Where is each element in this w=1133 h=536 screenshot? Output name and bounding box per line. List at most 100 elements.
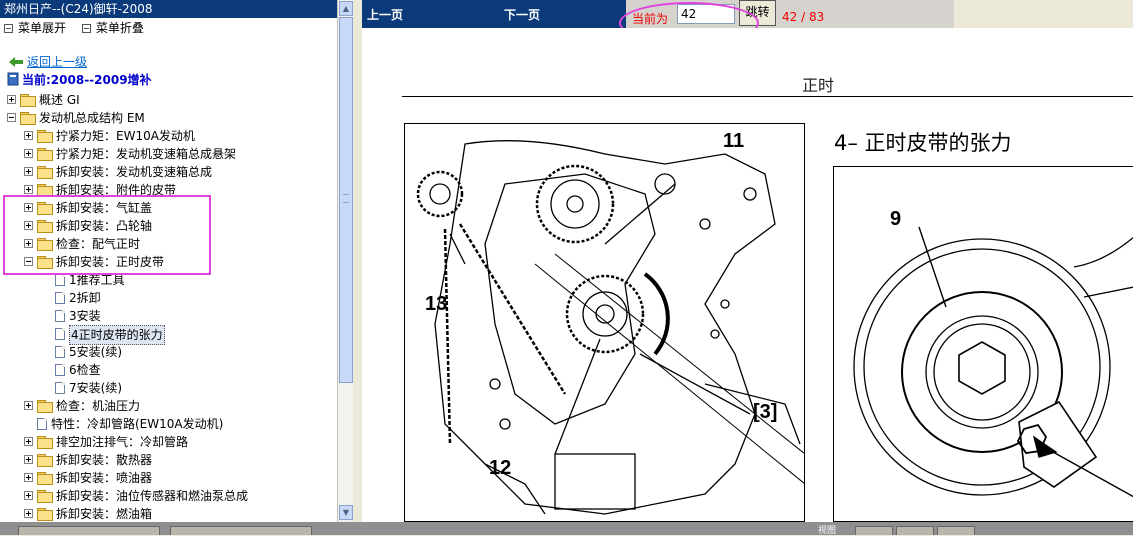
expand-toggle-icon[interactable] bbox=[24, 221, 33, 230]
tree-item[interactable]: 拆卸安装：燃油箱 bbox=[0, 505, 337, 522]
page-icon bbox=[37, 418, 47, 430]
tree-item-label: 拆卸安装：凸轮轴 bbox=[56, 219, 153, 233]
page-icon bbox=[55, 346, 65, 358]
page-count: 42 / 83 bbox=[782, 10, 825, 24]
tree-item-label: 拆卸安装：喷油器 bbox=[56, 471, 153, 485]
page-icon bbox=[55, 274, 65, 286]
tree-item[interactable]: 7安装(续) bbox=[0, 379, 337, 397]
jump-button[interactable]: 跳转 bbox=[739, 0, 776, 26]
expand-toggle-icon[interactable] bbox=[24, 167, 33, 176]
next-page-link[interactable]: 下一页 bbox=[504, 6, 540, 23]
page-number-input[interactable] bbox=[677, 4, 735, 24]
current-page-label: 当前为 bbox=[632, 12, 669, 26]
view-button-2[interactable] bbox=[896, 526, 934, 535]
expand-toggle-icon[interactable] bbox=[24, 455, 33, 464]
tree-item[interactable]: 6检查 bbox=[0, 361, 337, 379]
scroll-down-arrow-icon[interactable]: ▼ bbox=[339, 505, 353, 520]
bottom-tab-1[interactable] bbox=[18, 526, 160, 535]
expand-toggle-icon[interactable] bbox=[24, 401, 33, 410]
tree-item-label: 概述 GI bbox=[39, 93, 80, 107]
collapse-toggle-icon[interactable] bbox=[7, 113, 16, 122]
view-button-1[interactable] bbox=[855, 526, 893, 535]
tree-item[interactable]: 发动机总成结构 EM bbox=[0, 109, 337, 127]
folder-icon bbox=[37, 148, 53, 161]
menu-expand-button[interactable]: 菜单展开 bbox=[4, 18, 66, 38]
tree-item[interactable]: 拧紧力矩：发动机变速箱总成悬架 bbox=[0, 145, 337, 163]
menu-bar: 菜单展开 菜单折叠 bbox=[0, 18, 337, 38]
tree-item[interactable]: 5安装(续) bbox=[0, 343, 337, 361]
panel-title: 郑州日产--(C24)御轩-2008 bbox=[0, 0, 337, 18]
current-location: 当前:2008--2009增补 bbox=[22, 73, 152, 87]
tree-item[interactable]: 拆卸安装：气缸盖 bbox=[0, 199, 337, 217]
tree-item-label: 拆卸安装：燃油箱 bbox=[56, 507, 153, 521]
expand-toggle-icon[interactable] bbox=[24, 473, 33, 482]
bottom-tab-2[interactable] bbox=[170, 526, 312, 535]
tree-item[interactable]: 概述 GI bbox=[0, 91, 337, 109]
tree-item[interactable]: 3安装 bbox=[0, 307, 337, 325]
folder-icon bbox=[37, 472, 53, 485]
collapse-icon bbox=[81, 24, 91, 33]
expand-toggle-icon[interactable] bbox=[24, 131, 33, 140]
scroll-up-arrow-icon[interactable]: ▲ bbox=[339, 1, 353, 16]
expand-toggle-icon[interactable] bbox=[24, 437, 33, 446]
folder-icon bbox=[20, 94, 36, 107]
folder-icon bbox=[37, 454, 53, 467]
tree-item-label: 6检查 bbox=[69, 363, 101, 377]
scroll-thumb[interactable] bbox=[339, 17, 353, 383]
callout-13: 13 bbox=[425, 293, 447, 315]
tree-item[interactable]: 特性：冷却管路(EW10A发动机) bbox=[0, 415, 337, 433]
tree-item[interactable]: 拆卸安装：发动机变速箱总成 bbox=[0, 163, 337, 181]
tree-item[interactable]: 检查：配气正时 bbox=[0, 235, 337, 253]
menu-collapse-button[interactable]: 菜单折叠 bbox=[81, 18, 144, 38]
expand-toggle-icon[interactable] bbox=[24, 149, 33, 158]
tree-item[interactable]: 排空加注排气：冷却管路 bbox=[0, 433, 337, 451]
document-viewer: 正时 11 13 12 [3] 4– 正时皮带的张力 9 bbox=[362, 28, 1133, 522]
tree-item-label: 拆卸安装：气缸盖 bbox=[56, 201, 153, 215]
expand-toggle-icon[interactable] bbox=[24, 509, 33, 518]
folder-icon bbox=[37, 220, 53, 233]
expand-toggle-icon[interactable] bbox=[24, 203, 33, 212]
tree-item[interactable]: 拆卸安装：正时皮带 bbox=[0, 253, 337, 271]
tree-item[interactable]: 拆卸安装：喷油器 bbox=[0, 469, 337, 487]
tree-panel: 郑州日产--(C24)御轩-2008 菜单展开 菜单折叠 返回上一级 当前:20… bbox=[0, 0, 338, 522]
tree-item[interactable]: 拆卸安装：附件的皮带 bbox=[0, 181, 337, 199]
tree-item[interactable]: 拆卸安装：油位传感器和燃油泵总成 bbox=[0, 487, 337, 505]
tensioner-figure: 9 bbox=[833, 166, 1133, 522]
folder-icon bbox=[37, 184, 53, 197]
splitter[interactable] bbox=[353, 0, 362, 522]
callout-11: 11 bbox=[723, 130, 744, 152]
tree-item-label: 检查：配气正时 bbox=[56, 237, 141, 251]
tree-item-label: 拧紧力矩：EW10A发动机 bbox=[56, 129, 195, 143]
tree-item-label: 拆卸安装：附件的皮带 bbox=[56, 183, 177, 197]
expand-toggle-icon[interactable] bbox=[24, 185, 33, 194]
tree-item[interactable]: 拧紧力矩：EW10A发动机 bbox=[0, 127, 337, 145]
tree-scrollbar[interactable]: ▲ ▼ bbox=[337, 0, 354, 522]
page-icon bbox=[55, 292, 65, 304]
folder-icon bbox=[37, 130, 53, 143]
back-arrow-icon bbox=[9, 57, 23, 67]
back-link[interactable]: 返回上一级 bbox=[27, 53, 87, 71]
folder-icon bbox=[37, 166, 53, 179]
tree-item[interactable]: 2拆卸 bbox=[0, 289, 337, 307]
prev-page-link[interactable]: 上一页 bbox=[367, 6, 403, 23]
heading-rule bbox=[402, 96, 1133, 97]
expand-toggle-icon[interactable] bbox=[24, 239, 33, 248]
tree-item-label: 拆卸安装：发动机变速箱总成 bbox=[56, 165, 213, 179]
callout-12: 12 bbox=[489, 457, 511, 479]
collapse-toggle-icon[interactable] bbox=[24, 257, 33, 266]
tree-item[interactable]: 4正时皮带的张力 bbox=[0, 325, 337, 345]
tree-item-label: 检查：机油压力 bbox=[56, 399, 141, 413]
tree-item-label: 发动机总成结构 EM bbox=[39, 111, 145, 125]
tree-item[interactable]: 拆卸安装：凸轮轴 bbox=[0, 217, 337, 235]
tree-item-label: 1推荐工具 bbox=[69, 273, 125, 287]
tree-item[interactable]: 拆卸安装：散热器 bbox=[0, 451, 337, 469]
expand-toggle-icon[interactable] bbox=[24, 491, 33, 500]
section-title: 4– 正时皮带的张力 bbox=[834, 131, 1012, 155]
expand-toggle-icon[interactable] bbox=[7, 95, 16, 104]
tree-item[interactable]: 1推荐工具 bbox=[0, 271, 337, 289]
folder-icon bbox=[20, 112, 36, 125]
tree-item-label: 排空加注排气：冷却管路 bbox=[56, 435, 189, 449]
view-button-3[interactable] bbox=[937, 526, 975, 535]
tree-item[interactable]: 检查：机油压力 bbox=[0, 397, 337, 415]
expand-icon bbox=[4, 24, 13, 33]
